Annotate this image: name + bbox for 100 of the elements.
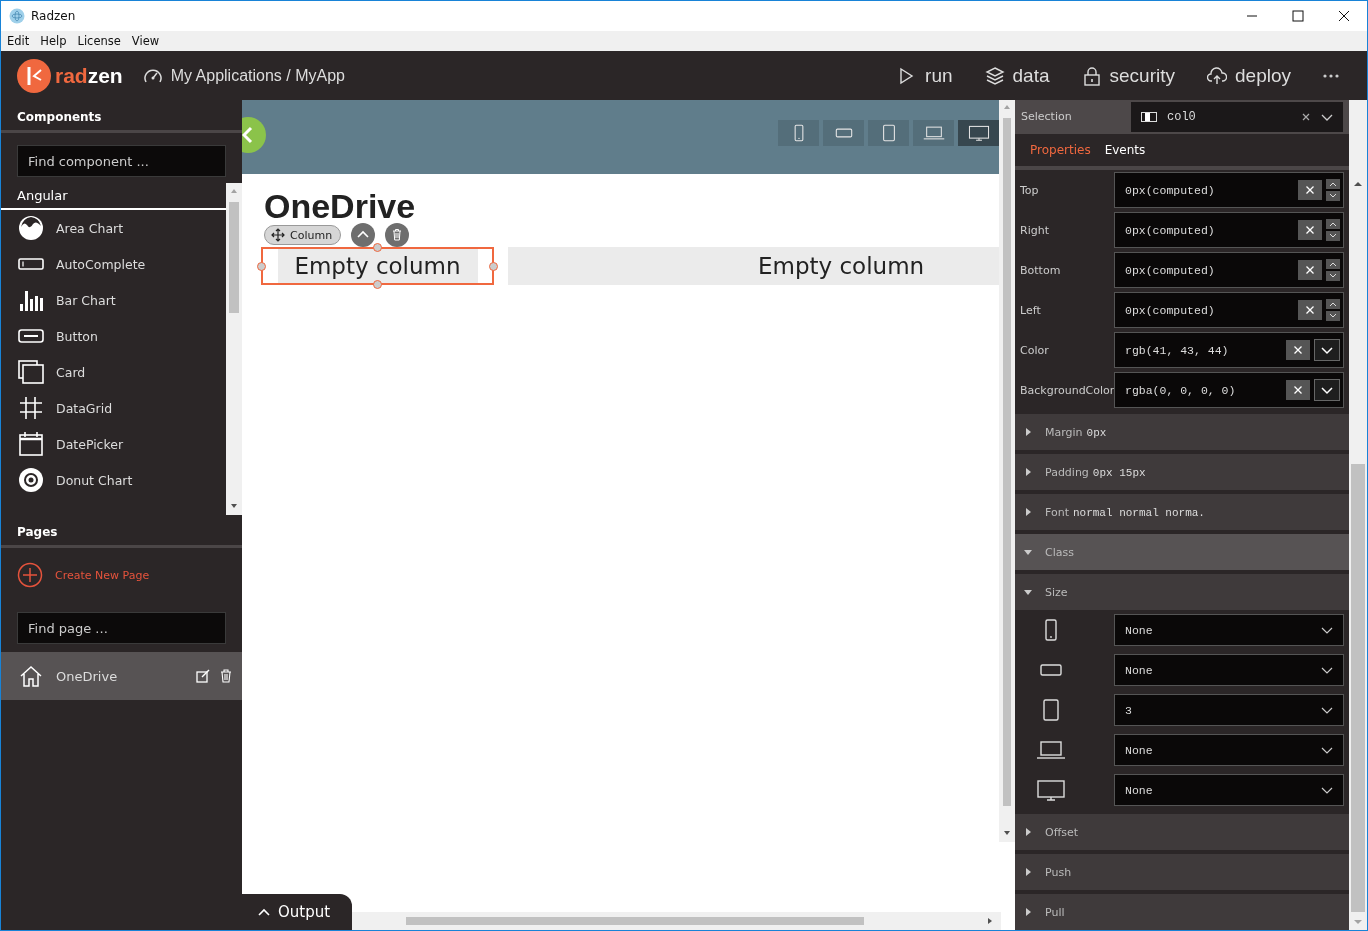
monitor-icon	[967, 123, 990, 143]
selection-value: col0	[1167, 110, 1196, 124]
selection-dropdown[interactable]: col0	[1131, 102, 1343, 132]
chevron-down-icon[interactable]	[1321, 112, 1333, 122]
caret-up-icon	[258, 906, 270, 918]
spinner-buttons[interactable]	[1326, 299, 1340, 321]
breadcrumb[interactable]: My Applications / MyApp	[170, 66, 345, 85]
grid-icon	[18, 395, 44, 421]
section-header[interactable]: Padding 0px 15px	[1015, 454, 1349, 490]
menu-item[interactable]: License	[77, 34, 121, 48]
card-icon	[18, 359, 44, 385]
clear-button[interactable]	[1298, 220, 1322, 240]
clear-button[interactable]	[1298, 300, 1322, 320]
caret-right-icon	[1023, 427, 1033, 437]
component-item[interactable]: DatePicker	[1, 426, 226, 462]
device-button[interactable]	[958, 120, 999, 146]
column-block[interactable]: Empty column	[508, 247, 999, 285]
size-dropdown[interactable]: None	[1114, 654, 1344, 686]
section-header[interactable]: Size	[1015, 574, 1349, 610]
delete-button[interactable]	[385, 223, 410, 247]
column-tag[interactable]: Column	[264, 225, 342, 245]
plus-circle-icon	[17, 562, 43, 588]
size-dropdown[interactable]: None	[1114, 774, 1344, 806]
property-field[interactable]: 0px(computed)	[1114, 172, 1344, 208]
menu-item[interactable]: Help	[40, 34, 67, 48]
tab[interactable]: Events	[1104, 143, 1146, 157]
component-item[interactable]: Bar Chart	[1, 282, 226, 318]
clear-button[interactable]	[1298, 180, 1322, 200]
color-dropdown-button[interactable]	[1314, 339, 1340, 361]
laptop-icon	[922, 123, 945, 143]
logo-icon[interactable]	[17, 58, 51, 93]
component-item[interactable]: Area Chart	[1, 210, 226, 246]
property-field[interactable]: 0px(computed)	[1114, 252, 1344, 288]
vertical-scrollbar[interactable]	[226, 183, 242, 515]
component-item[interactable]: Donut Chart	[1, 462, 226, 498]
edit-icon[interactable]	[196, 669, 210, 683]
logo-text[interactable]: radzen	[55, 63, 123, 88]
clear-icon[interactable]	[1301, 112, 1311, 122]
property-label: Top	[1019, 183, 1040, 197]
property-field[interactable]: rgb(41, 43, 44)	[1114, 332, 1344, 368]
search-field[interactable]: Find page ...	[17, 612, 226, 644]
vertical-scrollbar[interactable]	[999, 100, 1015, 842]
section-header[interactable]: Margin 0px	[1015, 414, 1349, 450]
section-header[interactable]: Offset	[1015, 814, 1349, 850]
layers-icon	[984, 65, 1005, 86]
page-heading: OneDrive	[264, 189, 417, 223]
resize-handle[interactable]	[373, 243, 382, 252]
section-header[interactable]: Class	[1015, 534, 1349, 570]
run-button[interactable]: run	[897, 64, 953, 87]
caret-right-icon	[1023, 867, 1033, 877]
search-field[interactable]: Find component ...	[17, 145, 226, 177]
deploy-button[interactable]: deploy	[1207, 64, 1291, 87]
spinner-buttons[interactable]	[1326, 179, 1340, 201]
clear-button[interactable]	[1286, 380, 1310, 400]
page-item[interactable]: OneDrive	[1, 652, 242, 700]
chevron-down-icon	[1321, 745, 1333, 755]
property-field[interactable]: 0px(computed)	[1114, 212, 1344, 248]
resize-handle[interactable]	[373, 280, 382, 289]
section-label: Margin 0px	[1045, 425, 1107, 439]
clear-button[interactable]	[1286, 340, 1310, 360]
color-dropdown-button[interactable]	[1314, 379, 1340, 401]
create-page-link[interactable]: Create New Page	[1, 548, 242, 602]
section-label: Pull	[1045, 905, 1065, 919]
device-button[interactable]	[913, 120, 954, 146]
section-label: Font normal normal norma.	[1045, 505, 1205, 519]
section-label: Offset	[1045, 825, 1079, 839]
spinner-buttons[interactable]	[1326, 259, 1340, 281]
output-tab[interactable]: Output	[242, 894, 352, 930]
component-item[interactable]: Card	[1, 354, 226, 390]
size-dropdown[interactable]: None	[1114, 614, 1344, 646]
component-item[interactable]: Button	[1, 318, 226, 354]
device-button[interactable]	[868, 120, 909, 146]
size-dropdown[interactable]: 3	[1114, 694, 1344, 726]
component-item[interactable]: AutoComplete	[1, 246, 226, 282]
menu-item[interactable]: View	[131, 34, 160, 48]
size-dropdown[interactable]: None	[1114, 734, 1344, 766]
device-button[interactable]	[823, 120, 864, 146]
horizontal-scrollbar[interactable]	[352, 912, 1001, 930]
section-header[interactable]: Font normal normal norma.	[1015, 494, 1349, 530]
tab[interactable]: Properties	[1030, 143, 1091, 157]
property-field[interactable]: 0px(computed)	[1114, 292, 1344, 328]
component-item[interactable]: DataGrid	[1, 390, 226, 426]
clear-button[interactable]	[1298, 260, 1322, 280]
vertical-scrollbar[interactable]	[1349, 100, 1367, 930]
resize-handle[interactable]	[257, 262, 266, 271]
section-header[interactable]: Push	[1015, 854, 1349, 890]
section-label: Push	[1045, 865, 1072, 879]
resize-handle[interactable]	[489, 262, 498, 271]
data-button[interactable]: data	[984, 64, 1050, 87]
security-button[interactable]: security	[1081, 64, 1175, 87]
spinner-buttons[interactable]	[1326, 219, 1340, 241]
up-button[interactable]	[351, 223, 376, 247]
trash-icon[interactable]	[220, 669, 232, 683]
calendar-icon	[18, 431, 44, 457]
chevron-down-icon	[1321, 785, 1333, 795]
column-text: Empty column	[758, 253, 925, 279]
menu-item[interactable]: Edit	[7, 34, 30, 48]
property-field[interactable]: rgba(0, 0, 0, 0)	[1114, 372, 1344, 408]
lock-icon	[1081, 65, 1102, 86]
section-header[interactable]: Pull	[1015, 894, 1349, 930]
